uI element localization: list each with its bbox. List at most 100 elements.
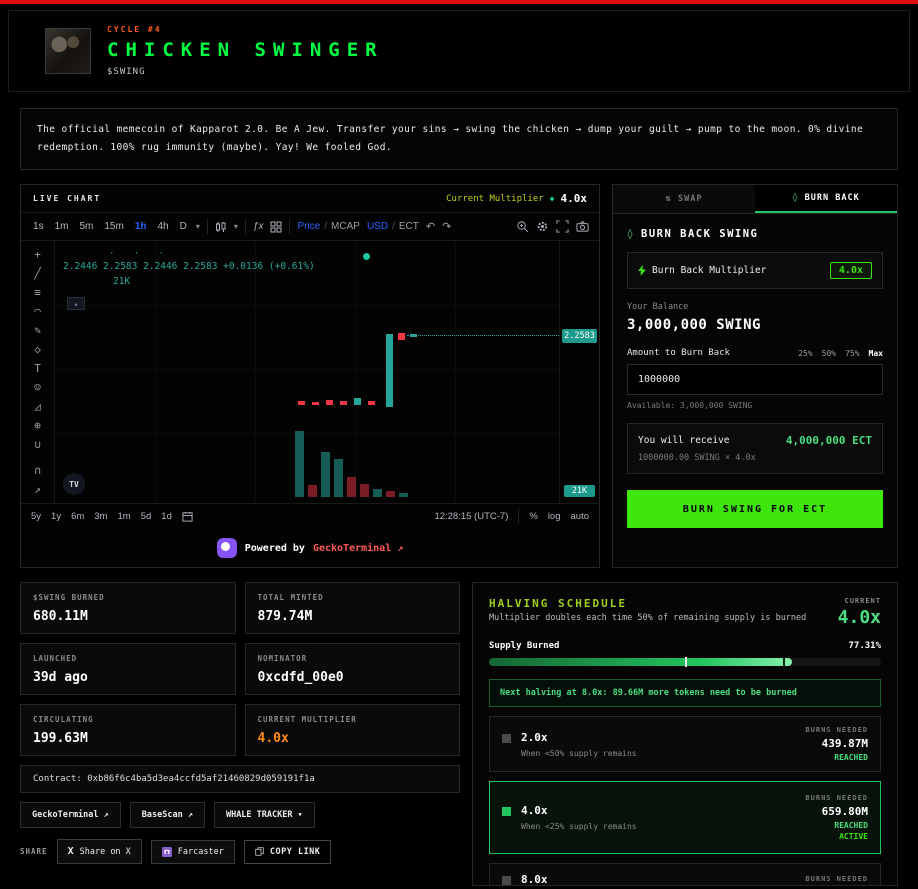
multiplier-label: Current Multiplier: [446, 193, 544, 204]
token-avatar: [45, 28, 91, 74]
stat-total-minted: TOTAL MINTED 879.74M: [244, 582, 460, 635]
contract-value: 0xb86f6c4ba5d3ea4ccfd5af21460829d059191f…: [87, 774, 315, 785]
drawing-tools: + ╱ ≡ ◠ ✎ ◇ T ☺ ◿ ⊕ ∪ ∩ ↗: [21, 241, 55, 504]
auto-scale-button[interactable]: auto: [571, 511, 590, 522]
timeframe-4h-button[interactable]: 4h: [156, 220, 171, 233]
burn-swing-button[interactable]: BURN SWING FOR ECT: [627, 490, 883, 529]
legend-collapse-button[interactable]: ▴: [67, 297, 85, 311]
candle: [410, 334, 417, 338]
event-marker-dot[interactable]: [363, 253, 370, 261]
fullscreen-icon[interactable]: [556, 220, 569, 233]
supply-burned-progressbar: [489, 657, 881, 668]
usd-ect-toggle[interactable]: USD / ECT: [367, 221, 419, 232]
camera-icon[interactable]: [576, 220, 589, 233]
price-mcap-toggle[interactable]: Price / MCAP: [297, 221, 359, 232]
burn-amount-input[interactable]: [627, 364, 883, 396]
magnet-tool-icon[interactable]: ∪: [34, 439, 41, 450]
timeframe-1m-button[interactable]: 1m: [53, 220, 71, 233]
stat-label: CIRCULATING: [33, 715, 94, 725]
current-multiplier-value: 4.0x: [837, 607, 881, 629]
calendar-icon[interactable]: [182, 511, 193, 522]
receive-value: 4,000,000 ECT: [785, 434, 872, 448]
copy-link-button[interactable]: COPY LINK: [243, 839, 332, 864]
zoom-in-tool-icon[interactable]: ⊕: [34, 420, 41, 431]
toggle-separator: /: [392, 221, 395, 233]
swap-burn-tabs: ⇅ SWAP ◊ BURN BACK: [612, 184, 898, 215]
tab-swap[interactable]: ⇅ SWAP: [613, 185, 755, 213]
search-icon[interactable]: [516, 220, 529, 233]
range-1y-button[interactable]: 1y: [51, 511, 61, 522]
emoji-tool-icon[interactable]: ☺: [34, 382, 41, 393]
pct-50-button[interactable]: 50%: [822, 349, 836, 358]
timeframe-5m-button[interactable]: 5m: [77, 220, 95, 233]
range-1d-button[interactable]: 1d: [161, 511, 172, 522]
basescan-button[interactable]: BaseScan ↗: [129, 802, 205, 829]
crosshair-tool-icon[interactable]: +: [34, 249, 41, 260]
timeframe-1d-button[interactable]: D: [178, 220, 189, 233]
indicators-icon[interactable]: ƒx: [253, 221, 264, 232]
pct-75-button[interactable]: 75%: [845, 349, 859, 358]
geckoterminal-link[interactable]: GeckoTerminal ↗: [313, 543, 403, 554]
share-row: SHARE X Share on X Farcaster COPY LINK: [20, 839, 460, 865]
percentage-buttons: 25% 50% 75% Max: [798, 349, 883, 358]
tier-status: REACHED: [834, 753, 868, 763]
brush-tool-icon[interactable]: ✎: [34, 325, 41, 336]
balance-label: Your Balance: [627, 302, 689, 313]
measure-tool-icon[interactable]: ◿: [34, 401, 41, 412]
layout-grid-icon[interactable]: [270, 221, 282, 233]
volume-bar: [399, 493, 408, 498]
pct-max-button[interactable]: Max: [869, 349, 883, 358]
gridline: [55, 369, 559, 371]
timeframe-15m-button[interactable]: 15m: [102, 220, 125, 233]
diamond-icon: ◆: [549, 194, 555, 204]
range-5d-button[interactable]: 5d: [141, 511, 152, 522]
halving-tier-4x: 4.0x When <25% supply remains BURNS NEED…: [489, 781, 881, 855]
timeframe-1h-button[interactable]: 1h: [133, 220, 149, 233]
tier-multiplier: 4.0x: [521, 804, 548, 818]
percent-scale-button[interactable]: %: [529, 511, 537, 522]
price-toggle-on[interactable]: Price: [297, 221, 320, 232]
fib-retracement-tool-icon[interactable]: ≡: [34, 287, 41, 298]
tab-burn-back[interactable]: ◊ BURN BACK: [755, 185, 897, 214]
ect-toggle-off[interactable]: ECT: [399, 221, 419, 232]
mcap-toggle-off[interactable]: MCAP: [331, 221, 360, 232]
shapes-tool-icon[interactable]: ◇: [34, 344, 41, 355]
pitchfork-tool-icon[interactable]: ◠: [34, 306, 41, 317]
whale-tracker-button[interactable]: WHALE TRACKER ▾: [213, 802, 315, 829]
burns-needed-label: BURNS NEEDED: [805, 726, 868, 735]
text-tool-icon[interactable]: T: [34, 363, 41, 374]
candle-style-icon[interactable]: [215, 221, 227, 233]
share-label: SHARE: [20, 847, 48, 857]
timeframe-1s-button[interactable]: 1s: [31, 220, 46, 233]
range-1m-button[interactable]: 1m: [118, 511, 131, 522]
volume-bar: [295, 431, 304, 498]
usd-toggle-on[interactable]: USD: [367, 221, 388, 232]
burn-multiplier-row: Burn Back Multiplier 4.0x: [627, 252, 883, 290]
range-5y-button[interactable]: 5y: [31, 511, 41, 522]
halving-title: HALVING SCHEDULE: [489, 597, 627, 611]
redo-icon[interactable]: ↷: [442, 220, 451, 233]
share-on-x-button[interactable]: X Share on X: [56, 839, 142, 865]
publish-tool-icon[interactable]: ↗: [34, 484, 41, 495]
alerts-tool-icon[interactable]: ∩: [34, 465, 41, 476]
contract-address[interactable]: Contract: 0xb86f6c4ba5d3ea4ccfd5af214608…: [20, 765, 460, 794]
price-axis[interactable]: 2.2583 21K: [559, 241, 599, 504]
time-axis-bar: 5y 1y 6m 3m 1m 5d 1d 12:28:15 (UTC-7) % …: [21, 503, 599, 529]
undo-icon[interactable]: ↶: [426, 220, 435, 233]
style-chevron-icon[interactable]: ▾: [234, 222, 238, 231]
geckoterminal-button[interactable]: GeckoTerminal ↗: [20, 802, 121, 829]
chart-clock[interactable]: 12:28:15 (UTC-7): [434, 511, 508, 522]
pct-25-button[interactable]: 25%: [798, 349, 812, 358]
burn-back-heading-label: BURN BACK SWING: [641, 228, 759, 241]
toolbar-divider: [518, 509, 520, 525]
tradingview-logo[interactable]: TV: [63, 473, 85, 496]
settings-gear-icon[interactable]: [536, 220, 549, 233]
log-scale-button[interactable]: log: [548, 511, 561, 522]
range-6m-button[interactable]: 6m: [71, 511, 84, 522]
tier-active-badge: ACTIVE: [839, 832, 868, 842]
timeframe-chevron-icon[interactable]: ▾: [196, 222, 200, 231]
farcaster-button[interactable]: Farcaster: [150, 839, 235, 864]
range-3m-button[interactable]: 3m: [94, 511, 107, 522]
chart-plot[interactable]: · · · 2.2446 2.2583 2.2446 2.2583 +0.013…: [55, 241, 559, 504]
trendline-tool-icon[interactable]: ╱: [34, 268, 41, 279]
